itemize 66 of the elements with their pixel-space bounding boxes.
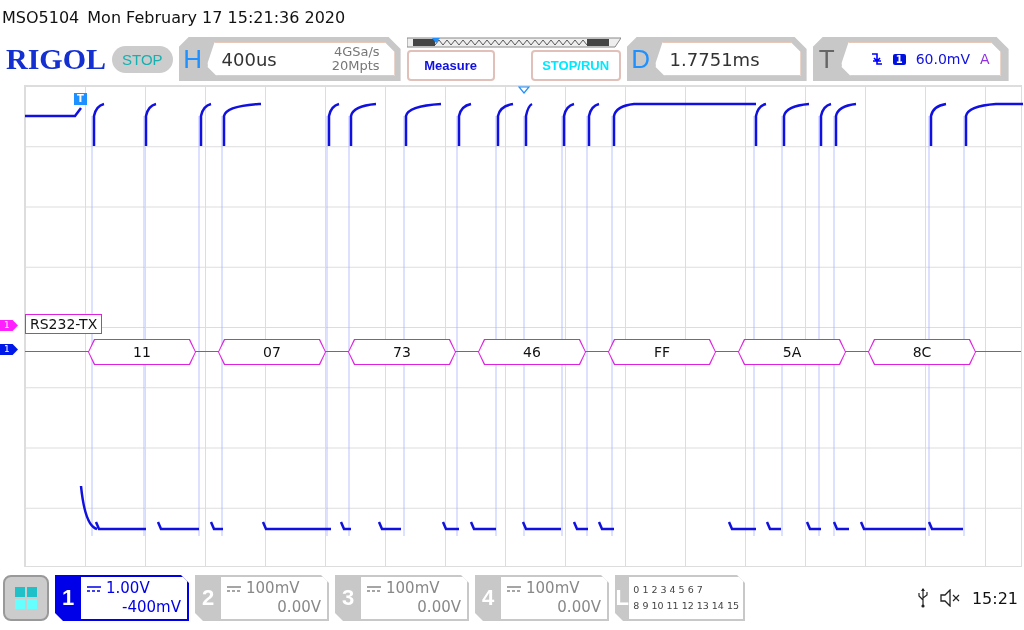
trigger-level: 60.0mV: [915, 51, 971, 67]
decoder-channel-marker: 1: [0, 320, 18, 331]
logic-bit: 0: [633, 583, 640, 597]
trigger-label: T: [817, 43, 836, 75]
dc-coupling-icon: [367, 585, 381, 592]
logic-bit: 1: [642, 583, 649, 597]
decoded-byte: 73: [348, 339, 456, 365]
dc-coupling-icon: [507, 585, 521, 592]
horizontal-panel[interactable]: H 400us 4GSa/s 20Mpts: [178, 37, 401, 81]
trigger-panel[interactable]: T 1 60.0mV A: [812, 37, 1009, 81]
delay-panel[interactable]: D 1.7751ms: [626, 37, 807, 81]
logic-bit: 12: [681, 599, 694, 613]
logic-bit: 2: [651, 583, 658, 597]
channel-offset: 0.00V: [557, 598, 601, 617]
trigger-source: 1: [892, 53, 906, 65]
delay-value: 1.7751ms: [669, 48, 760, 70]
sample-rate: 4GSa/s: [333, 45, 380, 59]
logic-bit: 11: [666, 599, 679, 613]
decoded-byte: 07: [218, 339, 326, 365]
usb-icon: [917, 588, 928, 608]
decoded-byte: 5A: [738, 339, 846, 365]
decoded-byte: 8C: [868, 339, 976, 365]
logic-bit: 6: [687, 583, 694, 597]
logic-bit: 9: [642, 599, 649, 613]
logo: RIGOL: [6, 42, 107, 76]
home-button[interactable]: [3, 575, 49, 621]
trigger-marker: T: [74, 93, 87, 105]
logic-bit: 13: [696, 599, 709, 613]
decoded-byte: 11: [88, 339, 196, 365]
decoded-byte: 46: [478, 339, 586, 365]
logic-bit: 3: [660, 583, 667, 597]
channel-offset: -400mV: [122, 598, 181, 617]
channel-scale: 100mV: [386, 579, 440, 598]
measure-button[interactable]: Measure: [406, 50, 495, 81]
horizontal-label: H: [182, 43, 203, 75]
memory-position-icon: [406, 37, 621, 48]
trigger-position-icon: [518, 86, 530, 94]
model-name: MSO5104: [2, 7, 80, 27]
falling-edge-icon: [870, 52, 883, 66]
date-time: Mon February 17 15:21:36 2020: [87, 7, 346, 27]
decoded-byte: FF: [608, 339, 716, 365]
clock-time: 15:21: [971, 588, 1018, 608]
delay-label: D: [630, 43, 651, 75]
channel-offset: 0.00V: [277, 598, 321, 617]
logic-bit: 8: [633, 599, 640, 613]
channel-scale: 1.00V: [106, 579, 150, 598]
trigger-mode: A: [980, 51, 990, 67]
channel-scale: 100mV: [526, 579, 580, 598]
channel-scale: 100mV: [246, 579, 300, 598]
logic-bit: 14: [711, 599, 724, 613]
mute-icon: [939, 589, 960, 607]
logic-bit: 5: [678, 583, 685, 597]
timebase-value: 400us: [221, 48, 277, 70]
dc-coupling-icon: [87, 585, 101, 592]
channel-marker: 1: [0, 344, 18, 355]
decoder-label: RS232-TX: [25, 314, 103, 334]
channel-number: 1: [60, 584, 76, 612]
logic-bit: 7: [696, 583, 703, 597]
logic-bit: 15: [726, 599, 739, 613]
channel-panel[interactable]: 1 1.00V -400mV: [55, 575, 189, 621]
grid-icon: [15, 587, 37, 609]
channel-offset: 0.00V: [417, 598, 461, 617]
dc-coupling-icon: [227, 585, 241, 592]
memory-depth: 20Mpts: [331, 59, 380, 73]
logic-bit: 10: [651, 599, 664, 613]
logic-bit: 4: [669, 583, 676, 597]
